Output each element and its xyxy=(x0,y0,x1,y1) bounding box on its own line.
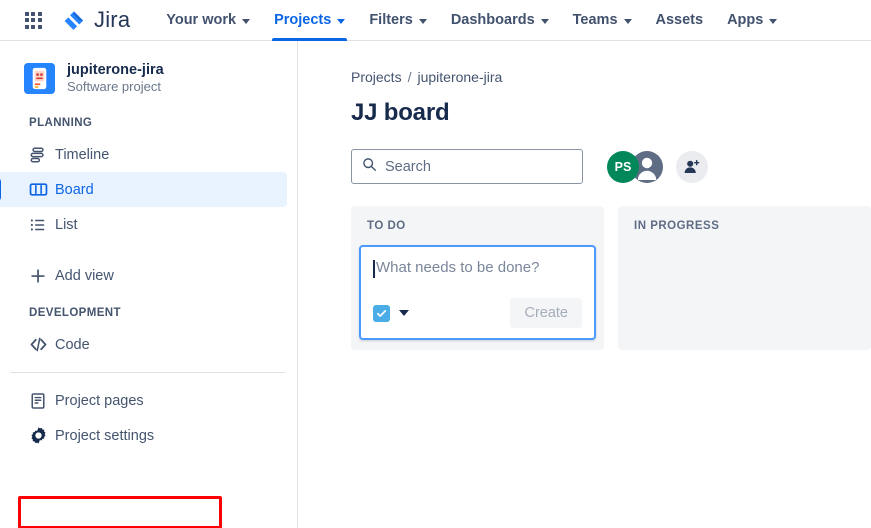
timeline-icon xyxy=(29,146,55,164)
nav-item-apps[interactable]: Apps xyxy=(715,0,789,40)
board-icon xyxy=(29,180,55,199)
create-button[interactable]: Create xyxy=(510,298,582,328)
primary-nav: Your work Projects Filters Dashboards Te… xyxy=(154,0,789,41)
nav-label-your-work: Your work xyxy=(166,12,237,28)
create-issue-actions: Create xyxy=(373,298,582,328)
project-type: Software project xyxy=(67,79,161,95)
nav-label-filters: Filters xyxy=(369,12,413,28)
jira-logo-icon xyxy=(62,8,87,33)
plus-icon xyxy=(29,267,55,285)
breadcrumb-project[interactable]: jupiterone-jira xyxy=(417,69,502,85)
list-icon xyxy=(29,216,55,234)
avatar-initials: PS xyxy=(614,159,632,174)
chevron-down-icon xyxy=(540,18,549,24)
text-caret xyxy=(373,260,375,278)
nav-label-projects: Projects xyxy=(274,12,332,28)
sidebar-label-board: Board xyxy=(55,181,94,198)
app-switcher-icon[interactable] xyxy=(22,9,44,31)
create-issue-input[interactable]: What needs to be done? xyxy=(373,259,582,281)
sidebar-item-project-pages[interactable]: Project pages xyxy=(0,383,287,418)
sidebar-divider xyxy=(10,372,285,374)
jira-brand-label: Jira xyxy=(94,7,131,32)
sidebar-label-add-view: Add view xyxy=(55,267,114,284)
nav-item-assets[interactable]: Assets xyxy=(644,0,716,40)
sidebar-item-board[interactable]: Board xyxy=(0,172,287,208)
search-input[interactable] xyxy=(385,158,572,175)
nav-item-your-work[interactable]: Your work xyxy=(154,0,262,40)
sidebar-item-timeline[interactable]: Timeline xyxy=(0,137,287,172)
breadcrumb-separator: / xyxy=(407,69,412,85)
sidebar-label-code: Code xyxy=(55,336,90,353)
sidebar-label-project-pages: Project pages xyxy=(55,392,144,409)
create-issue-placeholder: What needs to be done? xyxy=(376,259,540,276)
nav-label-dashboards: Dashboards xyxy=(450,12,535,28)
project-sidebar: jupiterone-jira Software project PLANNIN… xyxy=(0,41,298,528)
member-avatars: PS xyxy=(607,150,708,183)
sidebar-label-project-settings: Project settings xyxy=(55,427,155,444)
section-label-planning: PLANNING xyxy=(29,117,93,130)
column-title: TO DO xyxy=(367,220,406,232)
sidebar-item-code[interactable]: Code xyxy=(0,327,287,362)
chevron-down-icon xyxy=(242,18,251,24)
chevron-down-icon[interactable] xyxy=(399,310,409,316)
jira-home-link[interactable]: Jira xyxy=(62,8,130,33)
gear-icon xyxy=(29,426,55,445)
search-input-wrapper[interactable] xyxy=(351,149,583,184)
page-icon xyxy=(29,392,55,410)
sidebar-item-list[interactable]: List xyxy=(0,207,287,242)
board-columns: TO DO What needs to be done? Create IN P… xyxy=(299,184,871,350)
nav-item-teams[interactable]: Teams xyxy=(561,0,644,40)
chevron-down-icon xyxy=(769,18,778,24)
chevron-down-icon xyxy=(337,18,346,24)
nav-item-projects[interactable]: Projects xyxy=(262,0,357,41)
chevron-down-icon xyxy=(418,18,427,24)
project-name: jupiterone-jira xyxy=(67,62,164,78)
main-content: Projects / jupiterone-jira JJ board PS xyxy=(299,41,871,528)
breadcrumb: Projects / jupiterone-jira xyxy=(299,41,871,85)
avatar[interactable]: PS xyxy=(607,150,639,183)
section-label-development: DEVELOPMENT xyxy=(29,307,121,320)
chevron-down-icon xyxy=(623,18,632,24)
sidebar-item-project-settings[interactable]: Project settings xyxy=(0,418,287,453)
nav-item-filters[interactable]: Filters xyxy=(357,0,439,40)
nav-label-apps: Apps xyxy=(727,12,764,28)
column-title: IN PROGRESS xyxy=(634,220,720,232)
sidebar-label-list: List xyxy=(55,216,78,233)
project-header-texts: jupiterone-jira Software project xyxy=(67,61,164,95)
board-toolbar: PS xyxy=(299,127,871,184)
create-issue-card[interactable]: What needs to be done? Create xyxy=(359,245,596,340)
nav-label-teams: Teams xyxy=(572,12,618,28)
breadcrumb-projects[interactable]: Projects xyxy=(351,69,402,85)
nav-label-assets: Assets xyxy=(655,12,704,28)
code-icon xyxy=(29,335,55,354)
add-person-icon xyxy=(684,159,700,173)
nav-item-dashboards[interactable]: Dashboards xyxy=(439,0,561,40)
project-header[interactable]: jupiterone-jira Software project xyxy=(0,41,297,95)
page-title: JJ board xyxy=(351,99,450,126)
add-people-button[interactable] xyxy=(676,150,708,183)
sidebar-item-add-view[interactable]: Add view xyxy=(0,258,287,293)
top-navigation-bar: Jira Your work Projects Filters Dashboar… xyxy=(0,0,871,41)
task-type-icon[interactable] xyxy=(373,304,390,322)
board-column-todo: TO DO What needs to be done? Create xyxy=(351,206,604,350)
sidebar-label-timeline: Timeline xyxy=(55,146,110,163)
search-icon xyxy=(362,157,377,177)
highlight-annotation-project-settings xyxy=(18,496,222,528)
project-avatar-icon xyxy=(24,62,55,94)
board-column-in-progress: IN PROGRESS xyxy=(618,206,871,350)
